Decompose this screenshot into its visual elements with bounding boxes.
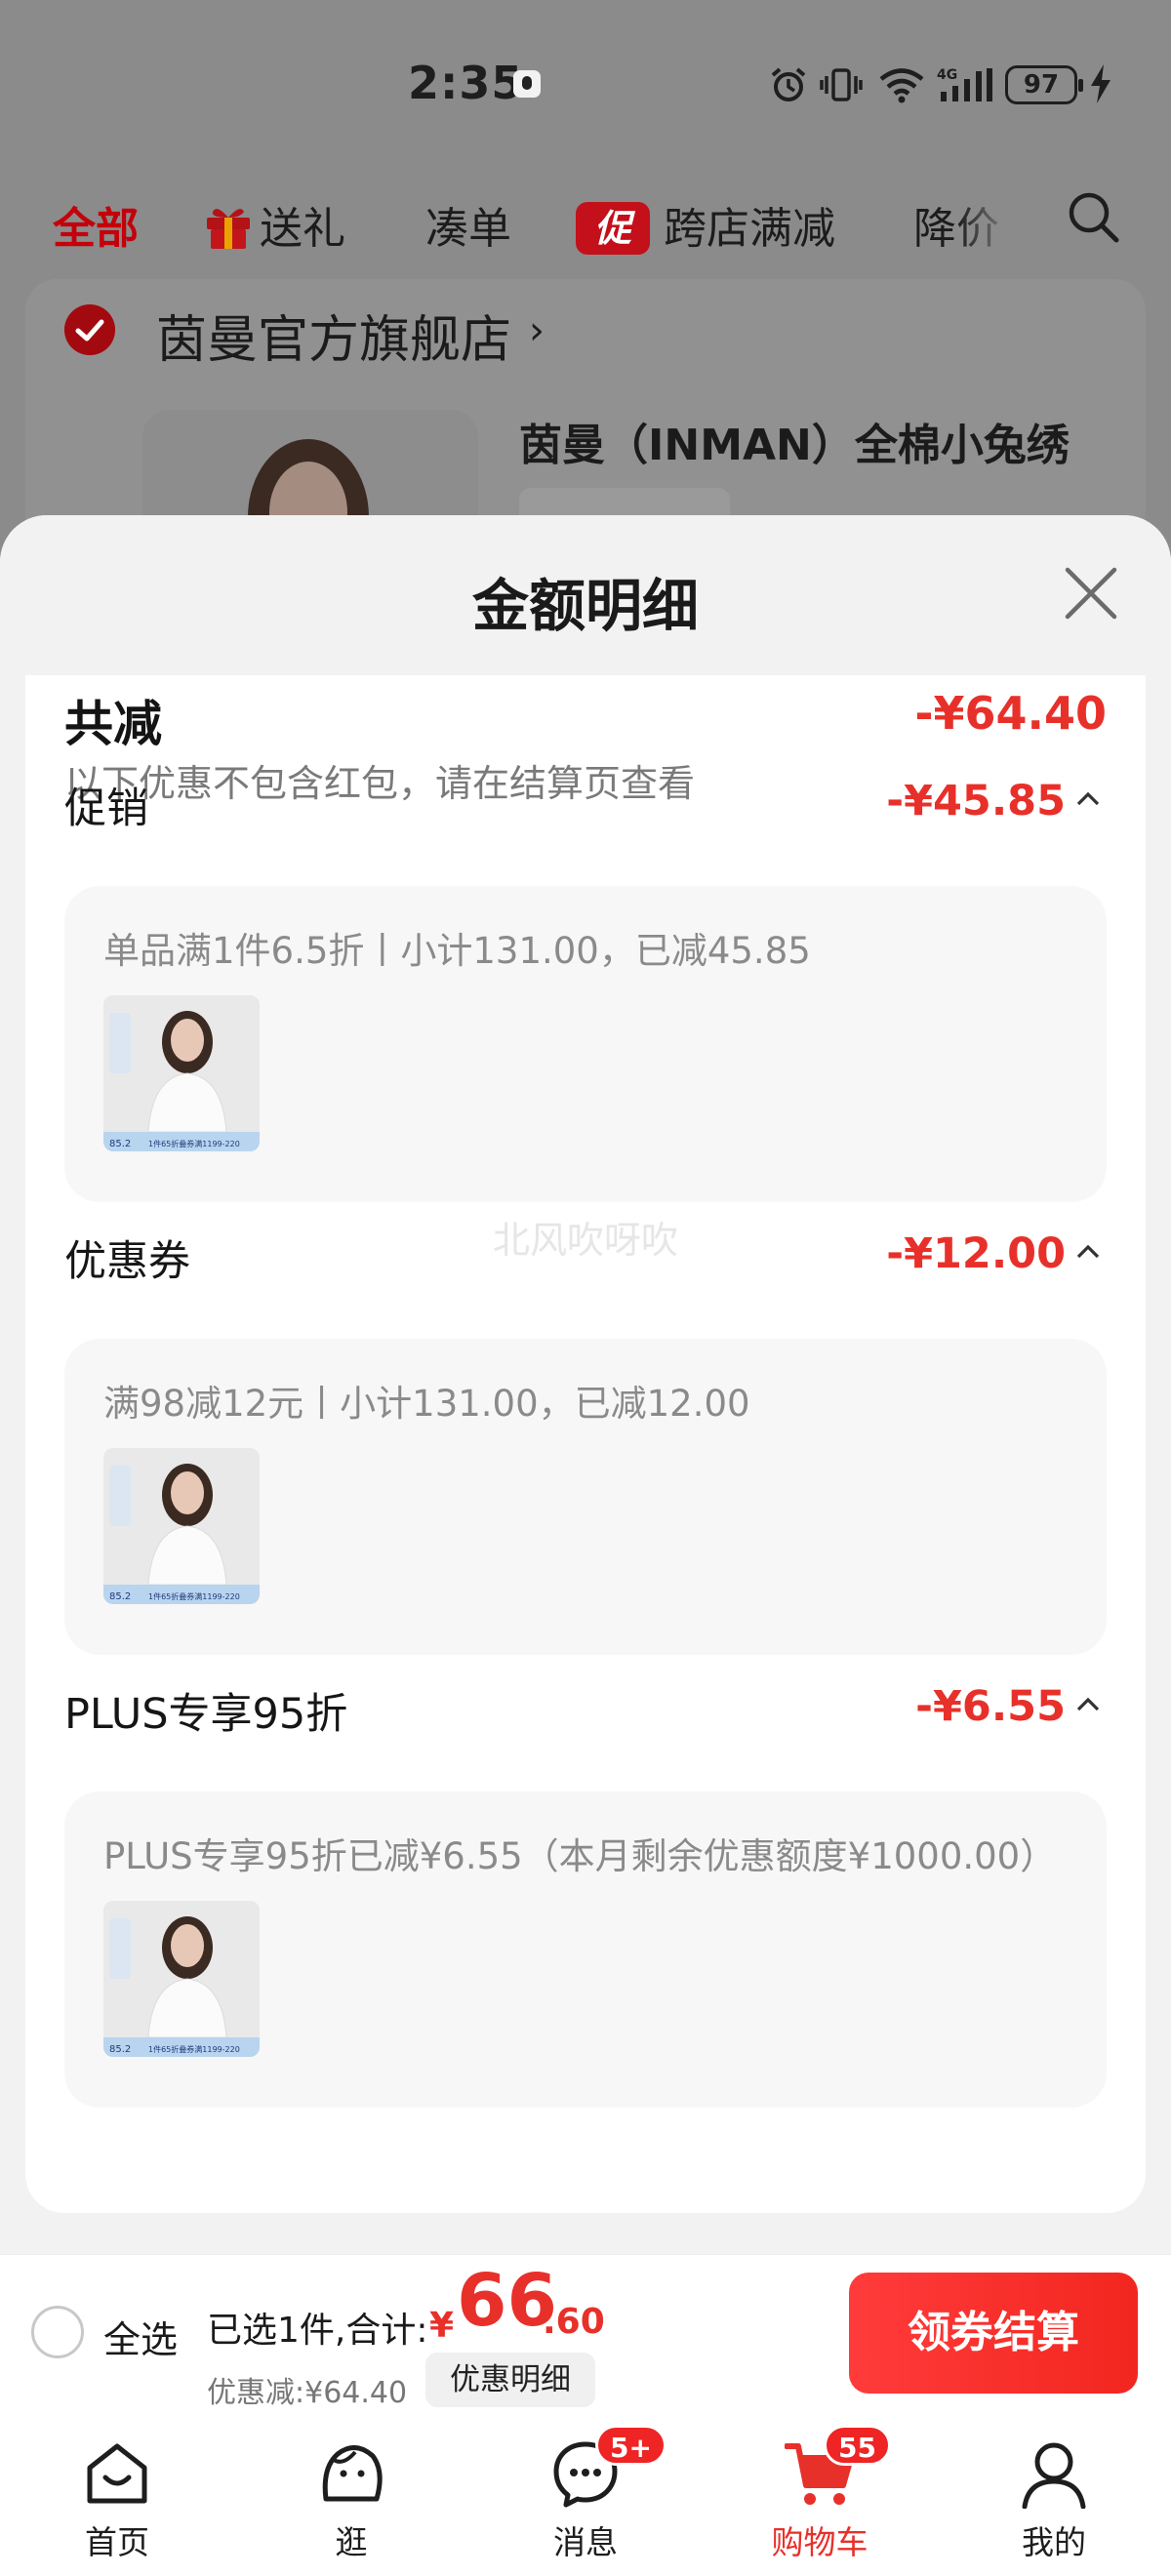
battery-icon: 97 xyxy=(1005,65,1083,104)
close-icon[interactable] xyxy=(1064,566,1118,621)
thumbnail-price: 85.2 xyxy=(109,2044,131,2055)
total-discount-label: 共减 xyxy=(64,696,162,752)
checkout-bar: 全选 已选1件,合计: ¥ 66 .60 优惠减:¥64.40 优惠明细 领券结… xyxy=(0,2254,1171,2415)
nav-cart[interactable]: 55 购物车 xyxy=(722,2415,917,2576)
coupon-section-toggle[interactable]: -¥12.00 xyxy=(886,1229,1101,1278)
wifi-icon xyxy=(879,68,924,103)
store-chevron-icon: › xyxy=(529,308,545,353)
promotion-section-amount: -¥45.85 xyxy=(886,777,1066,825)
chevron-up-icon xyxy=(1076,791,1100,806)
bottom-navigation: 首页 逛 5+ 消息 55 购物车 我的 xyxy=(0,2415,1171,2576)
nav-messages[interactable]: 5+ 消息 xyxy=(488,2415,683,2576)
store-checkbox-checked-icon[interactable] xyxy=(64,304,115,355)
alarm-icon xyxy=(771,67,806,101)
tab-scroll-fade xyxy=(956,176,1015,273)
status-time: 2:35 xyxy=(408,57,524,109)
coupon-section-title: 优惠券 xyxy=(64,1237,190,1286)
notification-app-icon xyxy=(513,70,541,98)
tab-gift[interactable]: 送礼 xyxy=(203,193,345,256)
search-icon[interactable] xyxy=(1066,189,1120,244)
coupon-detail-text: 满98减12元丨小计131.00，已减12.00 xyxy=(103,1383,750,1425)
thumbnail-promo-text: 1件65折叠券满1199-220 xyxy=(148,1139,240,1148)
nav-browse-label: 逛 xyxy=(335,2523,368,2561)
coupon-detail-box: 满98减12元丨小计131.00，已减12.00 85.2 1件65折叠券满11… xyxy=(64,1339,1107,1655)
nav-cart-label: 购物车 xyxy=(771,2523,868,2561)
nav-messages-label: 消息 xyxy=(553,2523,618,2561)
plus-detail-text: PLUS专享95折已减¥6.55（本月剩余优惠额度¥1000.00） xyxy=(103,1835,1057,1877)
thumbnail-price: 85.2 xyxy=(109,1591,131,1602)
plus-section-toggle[interactable]: -¥6.55 xyxy=(915,1682,1101,1731)
discount-details-button[interactable]: 优惠明细 xyxy=(425,2353,595,2407)
product-thumbnail: 85.2 1件65折叠券满1199-220 xyxy=(103,995,260,1151)
plus-section-title: PLUS专享95折 xyxy=(64,1690,348,1739)
select-all-label[interactable]: 全选 xyxy=(103,2310,178,2363)
chevron-up-icon xyxy=(1076,1697,1100,1711)
sheet-title: 金额明细 xyxy=(471,573,699,639)
svg-text:4G: 4G xyxy=(937,67,957,83)
browse-icon xyxy=(322,2445,383,2502)
profile-icon xyxy=(1022,2442,1086,2509)
store-name[interactable]: 茵曼官方旗舰店 xyxy=(156,299,511,372)
checkout-button[interactable]: 领券结算 xyxy=(849,2273,1138,2394)
tab-gift-label: 送礼 xyxy=(260,204,345,254)
total-price-decimal: .60 xyxy=(543,2302,605,2342)
plus-detail-box: PLUS专享95折已减¥6.55（本月剩余优惠额度¥1000.00） 85.2 … xyxy=(64,1791,1107,2108)
coupon-section-amount: -¥12.00 xyxy=(886,1229,1066,1278)
selected-summary: 已选1件,合计: xyxy=(207,2311,428,2351)
thumbnail-promo-text: 1件65折叠券满1199-220 xyxy=(148,2044,240,2054)
promo-badge-icon: 促 xyxy=(576,202,650,255)
total-discount-note: 以下优惠不包含红包，请在结算页查看 xyxy=(64,762,696,805)
plus-section-amount: -¥6.55 xyxy=(915,1682,1066,1731)
total-discount-amount: -¥64.40 xyxy=(914,687,1107,740)
thumbnail-promo-text: 1件65折叠券满1199-220 xyxy=(148,1591,240,1601)
product-thumbnail: 85.2 1件65折叠券满1199-220 xyxy=(103,1901,260,2057)
messages-badge: 5+ xyxy=(595,2425,666,2466)
nav-me[interactable]: 我的 xyxy=(956,2415,1151,2576)
battery-level: 97 xyxy=(1023,70,1060,100)
nav-browse[interactable]: 逛 xyxy=(254,2415,449,2576)
promotion-section-title: 促销 xyxy=(64,785,148,833)
charging-icon xyxy=(1091,64,1110,103)
cellular-signal-icon: 4G xyxy=(937,67,992,101)
select-all-checkbox[interactable] xyxy=(31,2306,84,2358)
tab-cross-store-discount[interactable]: 促跨店满减 xyxy=(576,193,835,256)
promotion-detail-text: 单品满1件6.5折丨小计131.00，已减45.85 xyxy=(103,930,811,972)
sheet-header: 金额明细 xyxy=(0,515,1171,675)
discount-summary: 优惠减:¥64.40 xyxy=(207,2376,408,2410)
nav-home-label: 首页 xyxy=(85,2523,149,2561)
gift-icon xyxy=(207,209,250,249)
promotion-detail-box: 单品满1件6.5折丨小计131.00，已减45.85 85.2 1件65折叠券满… xyxy=(64,886,1107,1202)
nav-me-label: 我的 xyxy=(1022,2523,1086,2561)
total-price-currency: ¥ xyxy=(429,2306,455,2346)
chevron-up-icon xyxy=(1076,1244,1100,1259)
amount-details-card: 共减 -¥64.40 以下优惠不包含红包，请在结算页查看 促销 -¥45.85 … xyxy=(25,675,1146,2213)
promotion-section-toggle[interactable]: -¥45.85 xyxy=(886,777,1101,825)
cart-badge: 55 xyxy=(824,2425,891,2466)
amount-detail-sheet: 金额明细 共减 -¥64.40 以下优惠不包含红包，请在结算页查看 促销 -¥4… xyxy=(0,515,1171,2254)
tab-cross-store-label: 跨店满减 xyxy=(664,204,835,254)
thumbnail-price: 85.2 xyxy=(109,1139,131,1149)
nav-home[interactable]: 首页 xyxy=(20,2415,215,2576)
store-product-title[interactable]: 茵曼（INMAN）全棉小兔绣 xyxy=(519,410,1070,472)
status-bar: 2:35 4G 97 xyxy=(0,0,1171,166)
product-thumbnail: 85.2 1件65折叠券满1199-220 xyxy=(103,1448,260,1604)
tab-all[interactable]: 全部 xyxy=(53,193,139,256)
vibrate-icon xyxy=(820,68,863,101)
home-icon xyxy=(87,2443,147,2504)
tab-combine-order[interactable]: 凑单 xyxy=(425,193,511,256)
